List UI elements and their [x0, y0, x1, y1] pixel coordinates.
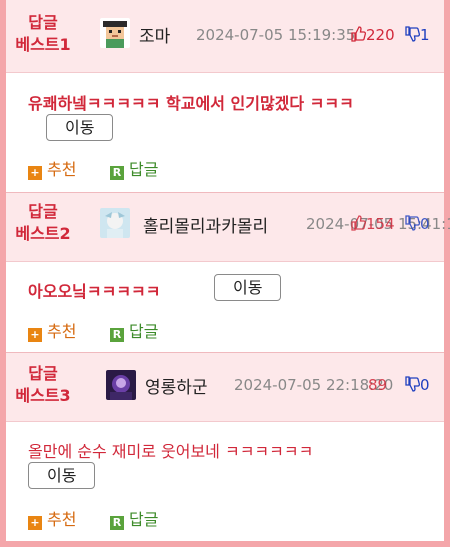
upvote-count: 220 [366, 26, 395, 44]
character-avatar-icon[interactable] [100, 208, 130, 238]
timestamp: 2024-07-05 15:19:35 [196, 26, 356, 44]
thumbs-down-icon [404, 26, 420, 46]
nickname[interactable]: 홀리몰리과카몰리 [143, 212, 268, 237]
rank-label: 답글 베스트1 [8, 12, 78, 56]
rank-line-2: 베스트3 [15, 386, 71, 405]
plus-icon: + [28, 516, 42, 530]
plus-icon: + [28, 166, 42, 180]
reply-button[interactable]: R 답글 [110, 506, 158, 530]
comment-text: 아오오닠ㅋㅋㅋㅋㅋ [28, 282, 161, 301]
best-replies-panel: 답글 베스트1 조마 2024-07-05 15:19:35 220 1 유쾌하… [0, 0, 450, 547]
rank-label: 답글 베스트3 [8, 363, 78, 407]
recommend-label: 추천 [47, 322, 77, 341]
comment-text: 올만에 순수 재미로 웃어보네 ㅋㅋㅋㅋㅋㅋ [28, 442, 314, 461]
rank-line-2: 베스트1 [15, 35, 71, 54]
recommend-button[interactable]: + 추천 [28, 506, 76, 530]
thumbs-up-icon [350, 215, 366, 235]
rank-label: 답글 베스트2 [8, 201, 78, 245]
reply-r-icon: R [110, 516, 124, 530]
recommend-label: 추천 [47, 160, 77, 179]
plus-icon: + [28, 328, 42, 342]
rank-line-2: 베스트2 [15, 224, 71, 243]
dark-character-avatar-icon[interactable] [106, 370, 136, 400]
reply-label: 답글 [129, 322, 159, 341]
upvote-count: 89 [368, 376, 388, 394]
pixel-character-avatar-icon[interactable] [100, 18, 130, 48]
move-button[interactable]: 이동 [46, 114, 114, 141]
reply-r-icon: R [110, 328, 124, 342]
downvote-count: 1 [420, 26, 430, 44]
comment-text: 유쾌하넼ㅋㅋㅋㅋㅋ 학교에서 인기많겠다 ㅋㅋㅋ [28, 94, 354, 113]
comment-header: 답글 베스트2 홀리몰리과카몰리 2024-07-05 15:41:19:0 1… [6, 192, 450, 262]
move-button[interactable]: 이동 [214, 274, 282, 301]
rank-line-1: 답글 [28, 13, 58, 32]
downvote-count: 0 [420, 215, 430, 233]
comment-header: 답글 베스트1 조마 2024-07-05 15:19:35 220 1 [6, 0, 444, 73]
thumbs-down-icon [404, 215, 420, 235]
downvote-count: 0 [420, 376, 430, 394]
thumbs-down-icon [404, 376, 420, 396]
nickname[interactable]: 영롱하군 [145, 373, 208, 398]
upvote-button[interactable]: 154 [350, 215, 395, 235]
downvote-button[interactable]: 1 [404, 26, 430, 46]
move-button[interactable]: 이동 [28, 462, 96, 489]
downvote-button[interactable]: 0 [404, 215, 430, 235]
recommend-label: 추천 [47, 510, 77, 529]
recommend-button[interactable]: + 추천 [28, 156, 76, 180]
reply-button[interactable]: R 답글 [110, 156, 158, 180]
reply-label: 답글 [129, 510, 159, 529]
reply-r-icon: R [110, 166, 124, 180]
rank-line-1: 답글 [28, 202, 58, 221]
comment-header: 답글 베스트3 영롱하군 2024-07-05 22:18:20 89 0 [6, 352, 444, 422]
rank-line-1: 답글 [28, 364, 58, 383]
upvote-button[interactable]: 89 [368, 376, 387, 394]
nickname[interactable]: 조마 [139, 22, 170, 47]
upvote-count: 154 [366, 215, 395, 233]
recommend-button[interactable]: + 추천 [28, 318, 76, 342]
reply-button[interactable]: R 답글 [110, 318, 158, 342]
thumbs-up-icon [350, 26, 366, 46]
reply-label: 답글 [129, 160, 159, 179]
downvote-button[interactable]: 0 [404, 376, 430, 396]
upvote-button[interactable]: 220 [350, 26, 395, 46]
